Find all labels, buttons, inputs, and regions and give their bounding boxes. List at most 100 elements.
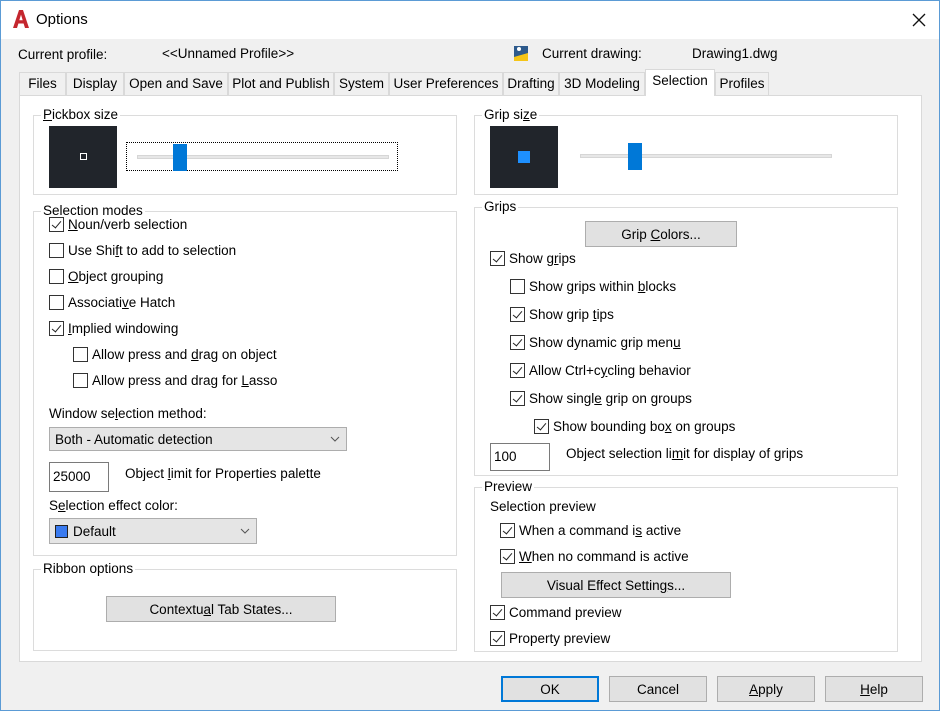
checkbox-checked-icon[interactable]	[490, 605, 505, 620]
checkbox-unchecked-icon[interactable]	[73, 373, 88, 388]
tab-files[interactable]: Files	[19, 72, 66, 95]
checkbox-allow-press-and-drag-on-object[interactable]: Allow press and drag on object	[73, 347, 277, 362]
checkbox-unchecked-icon[interactable]	[73, 347, 88, 362]
checkbox-label: Property preview	[509, 631, 611, 646]
checkbox-when-a-command-is-active[interactable]: When a command is active	[500, 523, 681, 538]
checkbox-show-grips-within-blocks[interactable]: Show grips within blocks	[510, 279, 676, 294]
checkbox-label: Allow Ctrl+cycling behavior	[529, 363, 691, 378]
checkbox-checked-icon[interactable]	[534, 419, 549, 434]
checkbox-allow-ctrl-cycling-behavior[interactable]: Allow Ctrl+cycling behavior	[510, 363, 691, 378]
help-button[interactable]: Help	[825, 676, 923, 702]
checkbox-checked-icon[interactable]	[49, 217, 64, 232]
tab-selection[interactable]: Selection	[645, 69, 715, 96]
object-limit-input[interactable]: 25000	[49, 462, 109, 492]
cancel-button[interactable]: Cancel	[609, 676, 707, 702]
checkbox-checked-icon[interactable]	[510, 363, 525, 378]
pickbox-slider-thumb[interactable]	[172, 144, 187, 171]
checkbox-show-grips[interactable]: Show grips	[490, 251, 576, 266]
checkbox-allow-press-and-drag-for-lasso[interactable]: Allow press and drag for Lasso	[73, 373, 277, 388]
selection-modes-group: Selection modes Noun/verb selection Use S…	[33, 203, 457, 556]
selection-effect-color-value: Default	[73, 523, 116, 539]
checkbox-unchecked-icon[interactable]	[49, 243, 64, 258]
checkbox-checked-icon[interactable]	[49, 321, 64, 336]
grip-size-group: Grip size	[474, 107, 898, 195]
checkbox-label: Command preview	[509, 605, 622, 620]
tab-user-preferences[interactable]: User Preferences	[389, 72, 503, 95]
checkbox-label: Show grip tips	[529, 307, 614, 322]
object-limit-value: 25000	[53, 469, 91, 484]
chevron-down-icon	[240, 528, 250, 534]
selection-effect-color-dropdown[interactable]: Default	[49, 518, 257, 544]
grip-colors-button[interactable]: Grip Colors...	[585, 221, 737, 247]
checkbox-label: Show single grip on groups	[529, 391, 692, 406]
pickbox-size-group: Pickbox size	[33, 107, 457, 195]
tab-plot-and-publish[interactable]: Plot and Publish	[228, 72, 334, 95]
checkbox-show-bounding-box-on-groups[interactable]: Show bounding box on groups	[534, 419, 735, 434]
ok-button[interactable]: OK	[501, 676, 599, 702]
object-limit-label: Object limit for Properties palette	[125, 466, 321, 481]
chevron-down-icon	[330, 436, 340, 442]
window-selection-method-label: Window selection method:	[49, 406, 207, 421]
checkbox-show-single-grip-on-groups[interactable]: Show single grip on groups	[510, 391, 692, 406]
pickbox-square-icon	[80, 153, 87, 160]
pickbox-slider[interactable]	[126, 142, 398, 171]
grip-selection-limit-label: Object selection limit for display of gr…	[566, 446, 804, 461]
current-drawing-label: Current drawing:	[542, 46, 642, 61]
tab-system[interactable]: System	[334, 72, 389, 95]
checkbox-unchecked-icon[interactable]	[510, 279, 525, 294]
checkbox-checked-icon[interactable]	[500, 549, 515, 564]
checkbox-implied-windowing[interactable]: Implied windowing	[49, 321, 178, 336]
preview-title: Preview	[482, 479, 535, 495]
checkbox-checked-icon[interactable]	[490, 251, 505, 266]
checkbox-checked-icon[interactable]	[500, 523, 515, 538]
grip-slider-thumb[interactable]	[628, 143, 643, 170]
checkbox-label: Implied windowing	[68, 321, 179, 336]
checkbox-label: Show grips	[509, 251, 576, 266]
window-selection-method-dropdown[interactable]: Both - Automatic detection	[49, 427, 347, 451]
options-dialog: Options Current profile: <<Unnamed Profi…	[0, 0, 940, 711]
contextual-tab-states-button[interactable]: Contextual Tab States...	[106, 596, 336, 622]
checkbox-label: Allow press and drag on object	[92, 347, 277, 362]
visual-effect-settings-button[interactable]: Visual Effect Settings...	[501, 572, 731, 598]
tab-label: Plot and Publish	[232, 76, 330, 91]
current-profile-value: <<Unnamed Profile>>	[162, 46, 295, 61]
tab-profiles[interactable]: Profiles	[715, 72, 769, 95]
selection-tab-panel: Pickbox size Selection modes Noun/verb s…	[19, 95, 922, 662]
checkbox-command-preview[interactable]: Command preview	[490, 605, 622, 620]
checkbox-associative-hatch[interactable]: Associative Hatch	[49, 295, 175, 310]
tab-label: 3D Modeling	[564, 76, 640, 91]
tab-label: Drafting	[507, 76, 555, 91]
checkbox-unchecked-icon[interactable]	[49, 269, 64, 284]
checkbox-checked-icon[interactable]	[510, 391, 525, 406]
tab-drafting[interactable]: Drafting	[503, 72, 559, 95]
checkbox-checked-icon[interactable]	[510, 335, 525, 350]
checkbox-when-no-command-is-active[interactable]: When no command is active	[500, 549, 689, 564]
grip-selection-limit-value: 100	[494, 449, 517, 464]
checkbox-checked-icon[interactable]	[490, 631, 505, 646]
current-drawing-value: Drawing1.dwg	[692, 46, 778, 61]
ribbon-options-group: Ribbon options Contextual Tab States...	[33, 561, 457, 651]
drawing-file-icon	[514, 46, 528, 61]
checkbox-checked-icon[interactable]	[510, 307, 525, 322]
pickbox-size-title: Pickbox size	[41, 107, 121, 123]
grip-size-title: Grip size	[482, 107, 540, 123]
tab-open-and-save[interactable]: Open and Save	[124, 72, 228, 95]
close-icon[interactable]	[906, 7, 932, 33]
tab-display[interactable]: Display	[66, 72, 124, 95]
checkbox-label: When a command is active	[519, 523, 682, 538]
apply-button[interactable]: Apply	[717, 676, 815, 702]
ribbon-options-title: Ribbon options	[41, 561, 136, 577]
grip-selection-limit-input[interactable]: 100	[490, 443, 550, 471]
checkbox-object-grouping[interactable]: Object grouping	[49, 269, 163, 284]
checkbox-property-preview[interactable]: Property preview	[490, 631, 610, 646]
checkbox-use-shift-to-add-to-selection[interactable]: Use Shift to add to selection	[49, 243, 236, 258]
checkbox-show-grip-tips[interactable]: Show grip tips	[510, 307, 614, 322]
tab-3d-modeling[interactable]: 3D Modeling	[559, 72, 645, 95]
checkbox-unchecked-icon[interactable]	[49, 295, 64, 310]
checkbox-show-dynamic-grip-menu[interactable]: Show dynamic grip menu	[510, 335, 681, 350]
grip-size-slider[interactable]	[580, 142, 832, 171]
checkbox-noun-verb-selection[interactable]: Noun/verb selection	[49, 217, 187, 232]
checkbox-label: Noun/verb selection	[68, 217, 188, 232]
grip-square-icon	[518, 151, 530, 163]
grips-title: Grips	[482, 199, 519, 215]
